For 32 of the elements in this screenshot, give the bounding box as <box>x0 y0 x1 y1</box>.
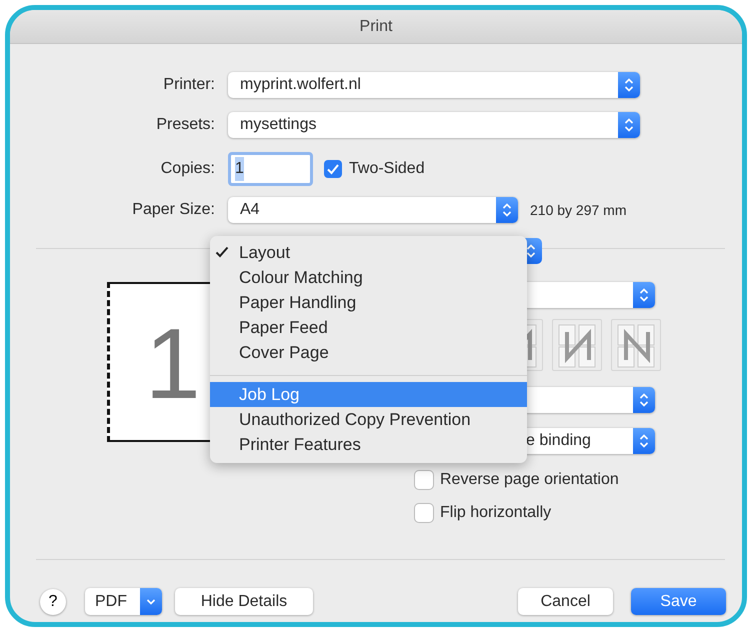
field-label: Copies: <box>160 159 215 179</box>
field-label: Paper Size: <box>131 200 215 220</box>
pdf-button[interactable]: PDF <box>85 588 162 615</box>
hide-details-button[interactable]: Hide Details <box>175 588 313 615</box>
menu-item[interactable]: Job Log <box>210 382 527 407</box>
caret-icon <box>140 588 162 615</box>
checkbox[interactable] <box>415 504 433 522</box>
window-title: Print <box>10 10 742 44</box>
checkbox-label: Two-Sided <box>349 159 425 179</box>
paper-size-popup[interactable]: A4 <box>228 197 518 223</box>
paper-dimensions: 210 by 297 mm <box>530 200 626 220</box>
checkbox[interactable] <box>324 160 342 178</box>
stepper-icon <box>496 197 518 223</box>
printer-popup[interactable]: myprint.wolfert.nl <box>228 72 640 98</box>
stepper-icon <box>618 112 640 138</box>
checkbox[interactable] <box>415 471 433 489</box>
menu-item[interactable]: Layout <box>210 240 527 265</box>
help-button[interactable]: ? <box>40 588 66 614</box>
stepper-icon <box>633 282 655 308</box>
save-button[interactable]: Save <box>631 588 726 615</box>
checkbox-label: Reverse page orientation <box>440 470 619 490</box>
copies-field[interactable]: 1 <box>228 152 313 186</box>
checkbox-label: Flip horizontally <box>440 503 552 523</box>
stepper-icon <box>633 428 655 454</box>
stepper-icon <box>618 72 640 98</box>
field-label: Printer: <box>162 75 215 95</box>
presets-popup[interactable]: mysettings <box>228 112 640 138</box>
layout-direction-icon[interactable] <box>611 319 661 371</box>
layout-direction-icon[interactable] <box>552 319 602 371</box>
field-label: Presets: <box>155 115 215 135</box>
stepper-icon <box>633 387 655 413</box>
cancel-button[interactable]: Cancel <box>518 588 613 615</box>
